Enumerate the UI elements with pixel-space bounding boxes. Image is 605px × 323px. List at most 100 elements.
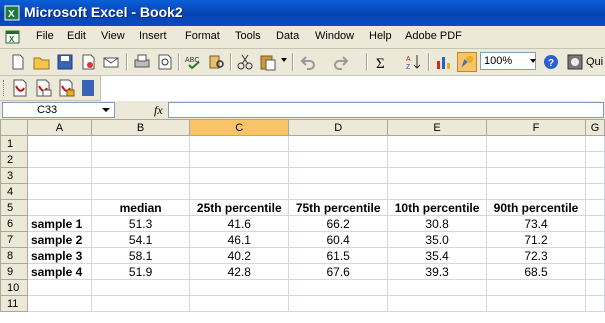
menu-view[interactable]: View	[101, 30, 125, 42]
sort-ascending-icon[interactable]: AZ	[404, 52, 424, 72]
autosum-icon[interactable]: Σ	[372, 52, 392, 72]
cell-a10[interactable]	[26, 279, 92, 296]
cell-d3[interactable]	[288, 167, 389, 184]
row-header-1[interactable]: 1	[0, 135, 28, 152]
cell-f7[interactable]: 71.2	[486, 231, 586, 248]
menu-insert[interactable]: Insert	[139, 30, 167, 42]
column-header-c[interactable]: C	[189, 119, 290, 136]
cell-g9[interactable]	[584, 263, 605, 280]
cell-f5[interactable]: 90th percentile	[486, 199, 586, 216]
cell-e10[interactable]	[387, 279, 488, 296]
cell-f10[interactable]	[486, 279, 586, 296]
research-icon[interactable]	[207, 52, 227, 72]
column-header-b[interactable]: B	[90, 119, 191, 136]
cell-b8[interactable]: 58.1	[90, 247, 191, 264]
cell-g3[interactable]	[584, 167, 605, 184]
cell-g6[interactable]	[584, 215, 605, 232]
row-header-3[interactable]: 3	[0, 167, 28, 184]
cell-b9[interactable]: 51.9	[90, 263, 191, 280]
cell-b3[interactable]	[90, 167, 191, 184]
cell-a4[interactable]	[26, 183, 92, 200]
cell-c8[interactable]: 40.2	[189, 247, 290, 264]
menu-format[interactable]: Format	[185, 30, 220, 42]
formula-input[interactable]	[168, 102, 604, 118]
cell-c10[interactable]	[189, 279, 290, 296]
cell-f4[interactable]	[486, 183, 586, 200]
spelling-icon[interactable]: ABC	[184, 52, 204, 72]
cell-d4[interactable]	[288, 183, 389, 200]
column-header-f[interactable]: F	[486, 119, 586, 136]
cell-f1[interactable]	[486, 135, 586, 152]
cell-e1[interactable]	[387, 135, 488, 152]
cell-a9[interactable]: sample 4	[26, 263, 92, 280]
cell-b2[interactable]	[90, 151, 191, 168]
cell-c6[interactable]: 41.6	[189, 215, 290, 232]
name-box-dropdown-icon[interactable]	[102, 108, 110, 112]
row-header-2[interactable]: 2	[0, 151, 28, 168]
row-header-4[interactable]: 4	[0, 183, 28, 200]
open-folder-icon[interactable]	[32, 52, 52, 72]
cell-c9[interactable]: 42.8	[189, 263, 290, 280]
cell-g10[interactable]	[584, 279, 605, 296]
menu-edit[interactable]: Edit	[67, 30, 86, 42]
cell-b4[interactable]	[90, 183, 191, 200]
cell-e9[interactable]: 39.3	[387, 263, 488, 280]
name-box[interactable]: C33	[2, 102, 115, 118]
cell-c2[interactable]	[189, 151, 290, 168]
cell-g7[interactable]	[584, 231, 605, 248]
menu-data[interactable]: Data	[276, 30, 299, 42]
column-header-e[interactable]: E	[387, 119, 488, 136]
cell-d8[interactable]: 61.5	[288, 247, 389, 264]
new-document-icon[interactable]	[8, 52, 28, 72]
cell-d6[interactable]: 66.2	[288, 215, 389, 232]
help-icon[interactable]: ?	[541, 52, 561, 72]
paste-icon[interactable]	[258, 52, 278, 72]
toolbar-options-button[interactable]	[82, 80, 94, 96]
paste-dropdown-arrow[interactable]	[281, 58, 287, 62]
chart-wizard-icon[interactable]	[434, 52, 454, 72]
cell-g11[interactable]	[584, 295, 605, 312]
select-all-corner[interactable]	[0, 119, 28, 136]
cell-g8[interactable]	[584, 247, 605, 264]
cell-a3[interactable]	[26, 167, 92, 184]
row-header-11[interactable]: 11	[0, 295, 28, 312]
cell-a6[interactable]: sample 1	[26, 215, 92, 232]
row-header-8[interactable]: 8	[0, 247, 28, 264]
cell-c11[interactable]	[189, 295, 290, 312]
row-header-6[interactable]: 6	[0, 215, 28, 232]
column-header-a[interactable]: A	[26, 119, 92, 136]
cell-g5[interactable]	[584, 199, 605, 216]
cell-c5[interactable]: 25th percentile	[189, 199, 290, 216]
cell-d5[interactable]: 75th percentile	[288, 199, 389, 216]
column-header-d[interactable]: D	[288, 119, 389, 136]
cell-g1[interactable]	[584, 135, 605, 152]
redo-icon[interactable]	[331, 52, 351, 72]
cell-b1[interactable]	[90, 135, 191, 152]
row-header-7[interactable]: 7	[0, 231, 28, 248]
cell-b11[interactable]	[90, 295, 191, 312]
print-icon[interactable]	[132, 52, 152, 72]
cell-e5[interactable]: 10th percentile	[387, 199, 488, 216]
cell-b7[interactable]: 54.1	[90, 231, 191, 248]
zoom-select[interactable]: 100%	[480, 52, 536, 70]
convert-and-review-pdf-icon[interactable]	[56, 78, 76, 98]
menu-adobe-pdf[interactable]: Adobe PDF	[405, 30, 462, 42]
cell-c7[interactable]: 46.1	[189, 231, 290, 248]
cell-d1[interactable]	[288, 135, 389, 152]
cell-f2[interactable]	[486, 151, 586, 168]
row-header-5[interactable]: 5	[0, 199, 28, 216]
cell-a7[interactable]: sample 2	[26, 231, 92, 248]
row-header-10[interactable]: 10	[0, 279, 28, 296]
cell-c3[interactable]	[189, 167, 290, 184]
cell-e11[interactable]	[387, 295, 488, 312]
cell-a1[interactable]	[26, 135, 92, 152]
print-preview-icon[interactable]	[155, 52, 175, 72]
cell-d7[interactable]: 60.4	[288, 231, 389, 248]
cell-e4[interactable]	[387, 183, 488, 200]
menu-help[interactable]: Help	[369, 30, 392, 42]
cell-d9[interactable]: 67.6	[288, 263, 389, 280]
cell-c4[interactable]	[189, 183, 290, 200]
cell-g4[interactable]	[584, 183, 605, 200]
cell-f3[interactable]	[486, 167, 586, 184]
cut-icon[interactable]	[235, 52, 255, 72]
